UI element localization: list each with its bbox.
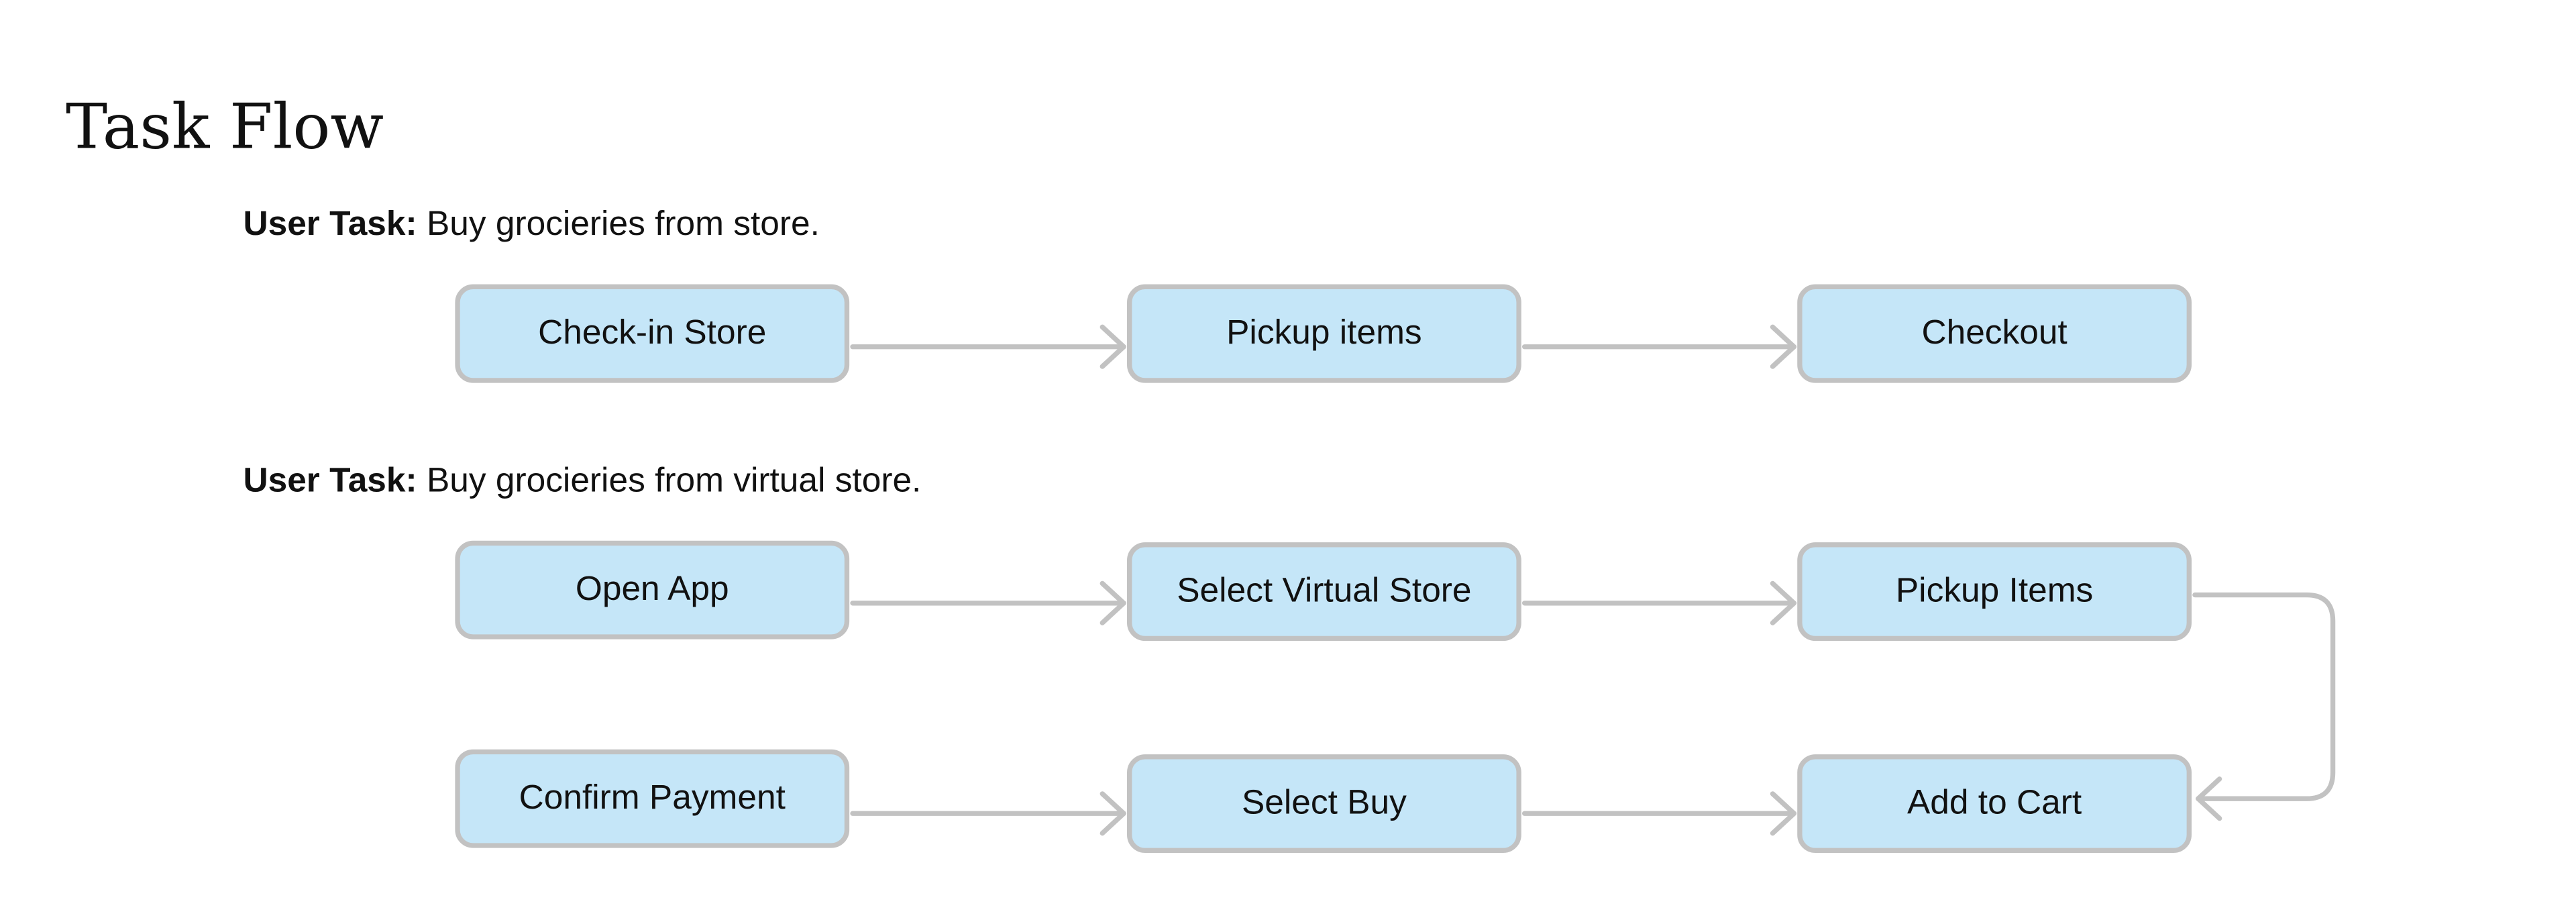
step-open-app[interactable]: Open App: [455, 540, 850, 640]
step-confirm-payment[interactable]: Confirm Payment: [455, 749, 850, 848]
step-check-in-store[interactable]: Check-in Store: [455, 284, 850, 383]
step-select-buy[interactable]: Select Buy: [1127, 754, 1521, 854]
step-pickup-items-virtual[interactable]: Pickup Items: [1797, 542, 2192, 642]
step-pickup-items[interactable]: Pickup items: [1127, 284, 1521, 383]
arrow-pickup-items-to-add-to-cart: [2192, 592, 2336, 801]
step-select-virtual-store[interactable]: Select Virtual Store: [1127, 542, 1521, 642]
step-checkout[interactable]: Checkout: [1797, 284, 2192, 383]
step-add-to-cart[interactable]: Add to Cart: [1797, 754, 2192, 854]
task-flow-diagram: Task Flow User Task: Buy grocieries from…: [0, 0, 2576, 920]
